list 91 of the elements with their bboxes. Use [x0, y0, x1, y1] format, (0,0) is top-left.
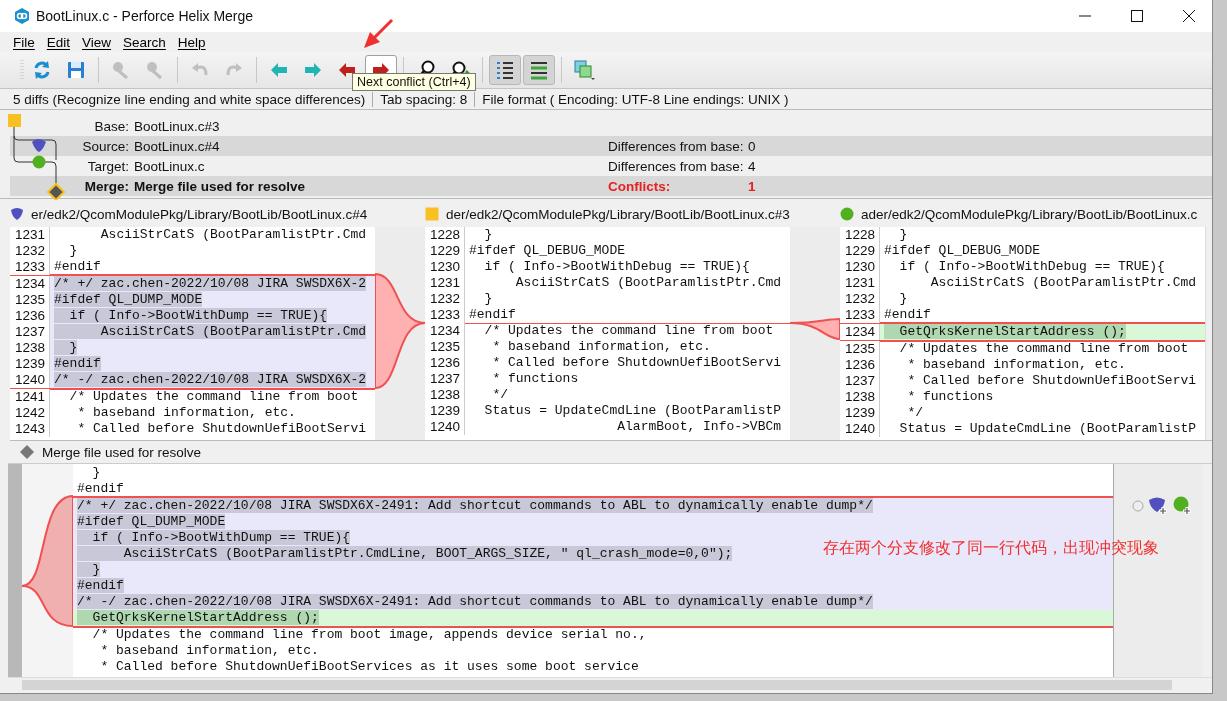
file-name: Merge file used for resolve [134, 178, 307, 194]
code-line: } [483, 291, 493, 306]
code-line: #endif [884, 307, 931, 322]
code-line: } [483, 227, 493, 242]
right-arrow-icon [305, 63, 321, 77]
code-line: */ [491, 387, 508, 402]
file-name: BootLinux.c#3 [134, 118, 221, 134]
code-line: } [68, 243, 78, 258]
file-name: BootLinux.c [134, 158, 206, 174]
code-line: /* Updates the command line from boot [483, 323, 774, 338]
code-editor[interactable] [73, 464, 1113, 677]
diamond-icon [20, 445, 34, 459]
annotation-text: 存在两个分支修改了同一行代码，出现冲突现象 [823, 538, 1159, 559]
shield-plus-icon[interactable] [1148, 496, 1168, 516]
shield-icon [10, 207, 24, 221]
stat-value: 1 [748, 178, 757, 194]
code-line: Status = UpdateCmdLine (BootParamlistP [483, 403, 782, 418]
code-line: * baseband information, etc. [76, 405, 296, 420]
code-line: /* Updates the command line from boot image, appends device serial no., [91, 627, 647, 642]
code-line: * Called before ShutdownUefiBootServi [76, 421, 367, 436]
line-number: 1234 [425, 323, 465, 339]
file-label: Merge: [83, 178, 130, 194]
circle-plus-icon[interactable] [1172, 496, 1192, 516]
square-icon [425, 207, 439, 221]
windows-icon [573, 59, 595, 81]
code-line: } [898, 291, 908, 306]
numbered-list-icon [494, 59, 516, 81]
stat-value: 4 [748, 158, 757, 174]
pane-title: Merge file used for resolve [42, 444, 202, 460]
circle-icon [840, 207, 854, 221]
code-line: #ifdef QL_DEBUG_MODE [469, 243, 626, 258]
file-path: er/edk2/QcomModulePkg/Library/BootLib/BootLinux.c#4 [31, 206, 368, 222]
code-line: * baseband information, etc. [99, 643, 319, 658]
code-line: #ifdef QL_DEBUG_MODE [884, 243, 1041, 258]
line-number: 1241 [10, 389, 50, 405]
code-line: #endif [54, 259, 101, 274]
stat-label: Differences from base: [608, 158, 745, 174]
minimize-icon [1079, 15, 1091, 17]
menu-item[interactable]: Search [118, 34, 171, 50]
horizontal-scrollbar[interactable] [8, 677, 1212, 692]
code-line: * Called before ShutdownUefiBootServi [491, 355, 782, 370]
code-line: /* Updates the command line from boot [68, 389, 359, 404]
code-line: /* Updates the command line from boot [898, 341, 1189, 356]
left-arrow-icon [271, 63, 287, 77]
menu-item[interactable]: Help [172, 34, 211, 50]
code-line: * functions [906, 389, 994, 404]
close-icon [1183, 10, 1195, 22]
file-path: der/edk2/QcomModulePkg/Library/BootLib/BootLinux.c#3 [446, 206, 790, 222]
stat-value: 0 [748, 138, 757, 154]
vertical-scrollbar[interactable] [1205, 227, 1212, 440]
line-number: 1233 [10, 259, 50, 275]
file-label: Source: [81, 138, 130, 154]
code-line: AsciiStrCatS (BootParamlistPtr.Cmd [514, 275, 782, 290]
toolbar-button[interactable] [523, 55, 555, 85]
code-line: #endif [469, 307, 516, 322]
code-line: AsciiStrCatS (BootParamlistPtr.Cmd [929, 275, 1197, 290]
code-line: Status = UpdateCmdLine (BootParamlistP [898, 421, 1197, 436]
stat-label: Conflicts: [608, 178, 672, 194]
line-number: 1235 [840, 341, 880, 357]
save-icon [65, 59, 87, 81]
code-line: * baseband information, etc. [491, 339, 711, 354]
app-icon [14, 8, 30, 24]
tooltip: Next conflict (Ctrl+4) [352, 73, 476, 91]
code-line: if ( Info->BootWithDebug == TRUE){ [898, 259, 1165, 274]
menu-item[interactable]: View [77, 34, 117, 50]
code-line: * Called before ShutdownUefiBootServices as it uses some boot service [99, 659, 639, 674]
maximize-icon [1131, 10, 1143, 22]
code-line: } [91, 465, 101, 480]
stat-label: Differences from base: [608, 138, 745, 154]
code-line: } [898, 227, 908, 242]
menu-item[interactable]: Edit [41, 34, 76, 50]
status-text: File format ( Encoding: UTF-8 Line endings: UNIX ) [482, 91, 790, 107]
code-line: * functions [491, 371, 579, 386]
code-line: if ( Info->BootWithDebug == TRUE){ [483, 259, 750, 274]
code-line: AlarmBoot, Info->VBCm [616, 419, 782, 434]
left-arrow-icon [339, 63, 355, 77]
lines-icon [528, 59, 550, 81]
code-line: * Called before ShutdownUefiBootServi [906, 373, 1197, 388]
toolbar-button[interactable] [489, 55, 521, 85]
line-number: 1233 [840, 307, 880, 323]
window-title: BootLinux.c - Perforce Helix Merge [36, 8, 255, 24]
code-line: AsciiStrCatS (BootParamlistPtr.Cmd [99, 227, 367, 242]
file-label: Target: [86, 158, 130, 174]
file-label: Base: [93, 118, 130, 134]
code-line: #endif [77, 481, 124, 496]
file-name: BootLinux.c#4 [134, 138, 221, 154]
code-line: */ [906, 405, 923, 420]
radio-icon[interactable] [1132, 500, 1144, 512]
menu-item[interactable]: File [8, 34, 40, 50]
file-path: ader/edk2/QcomModulePkg/Library/BootLib/BootLinux.c [861, 206, 1198, 222]
code-line: * baseband information, etc. [906, 357, 1126, 372]
